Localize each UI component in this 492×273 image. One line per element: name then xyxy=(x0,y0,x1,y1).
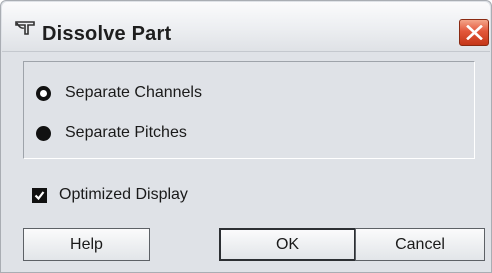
optimized-display-checkbox[interactable] xyxy=(32,187,47,203)
radio-separate-channels[interactable]: Separate Channels xyxy=(36,80,202,106)
cancel-button[interactable]: Cancel xyxy=(355,228,485,261)
window-title: Dissolve Part xyxy=(42,23,172,45)
close-icon xyxy=(466,25,483,40)
dissolve-part-dialog: Dissolve Part Separate Channels Separate… xyxy=(0,0,492,273)
app-icon xyxy=(14,19,36,37)
help-button[interactable]: Help xyxy=(23,228,150,261)
title-bar[interactable]: Dissolve Part xyxy=(2,2,490,52)
optimized-display-checkbox-row[interactable]: Optimized Display xyxy=(32,182,188,208)
dissolve-options-group: Separate Channels Separate Pitches xyxy=(23,61,475,159)
radio-button[interactable] xyxy=(36,125,51,141)
close-button[interactable] xyxy=(459,19,489,46)
radio-label: Separate Pitches xyxy=(65,124,187,141)
radio-label: Separate Channels xyxy=(65,84,202,101)
checkmark-icon xyxy=(34,190,45,200)
radio-button-selected[interactable] xyxy=(36,85,51,101)
radio-separate-pitches[interactable]: Separate Pitches xyxy=(36,120,187,146)
optimized-display-label: Optimized Display xyxy=(59,186,188,203)
ok-button[interactable]: OK xyxy=(219,228,356,261)
